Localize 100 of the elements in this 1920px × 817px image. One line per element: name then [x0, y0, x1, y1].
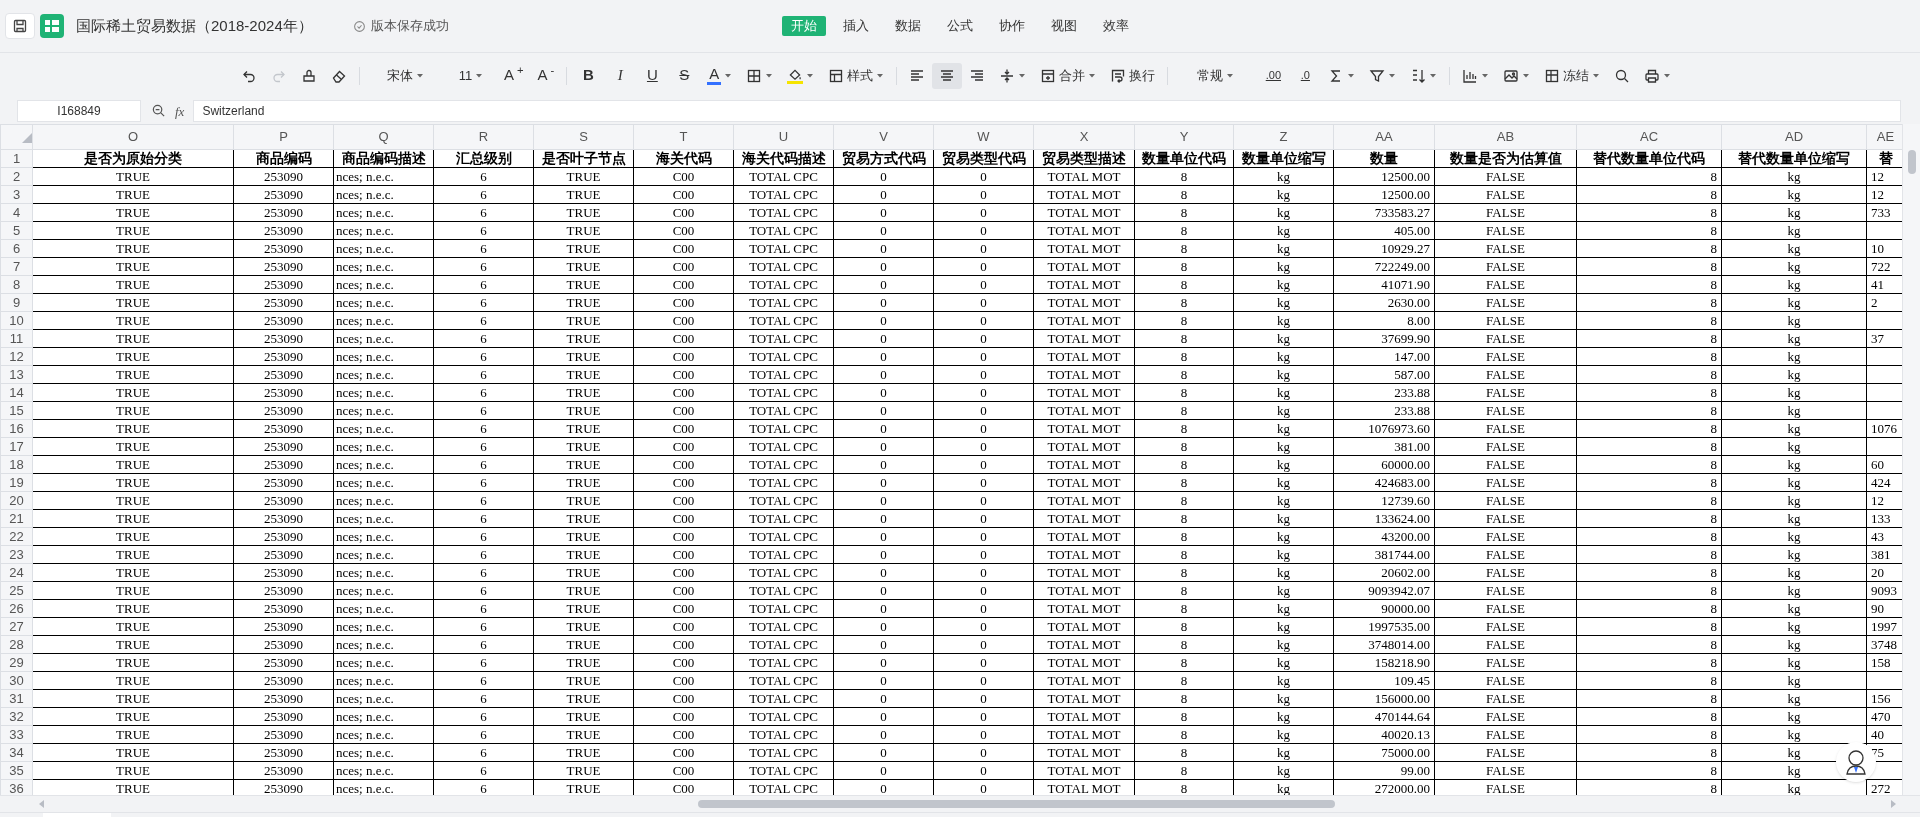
menu-tab[interactable]: 数据	[886, 16, 930, 36]
decimal-button[interactable]: .00	[1257, 62, 1290, 89]
text-style-button[interactable]: I	[604, 62, 637, 89]
table-cell: TOTAL CPC	[733, 419, 834, 438]
table-cell: kg	[1233, 743, 1334, 762]
column-header[interactable]: R	[433, 124, 534, 150]
table-cell: kg	[1721, 491, 1867, 510]
column-header[interactable]: AC	[1576, 124, 1722, 150]
text-style-button[interactable]: S	[668, 62, 701, 89]
menu-tab[interactable]: 公式	[938, 16, 982, 36]
scrollbar-thumb[interactable]	[1907, 150, 1916, 174]
column-header[interactable]: U	[733, 124, 834, 150]
menu-tab[interactable]: 插入	[834, 16, 878, 36]
column-header[interactable]: V	[833, 124, 934, 150]
table-style-icon	[828, 67, 845, 84]
table-cell: kg	[1721, 653, 1867, 672]
column-header[interactable]: AD	[1721, 124, 1867, 150]
table-cell: kg	[1721, 383, 1867, 402]
number-format-dropdown[interactable]: 常规	[1173, 62, 1258, 89]
font-size-step-button[interactable]: A$^{-}$	[530, 62, 562, 89]
table-cell: 0	[933, 311, 1034, 330]
table-cell: 8	[1134, 257, 1234, 276]
column-header[interactable]: Q	[333, 124, 434, 150]
table-cell: 8	[1134, 275, 1234, 294]
save-button[interactable]	[5, 13, 35, 39]
scrollbar-thumb[interactable]	[698, 800, 1335, 808]
freeze-button[interactable]: 冻结	[1537, 62, 1608, 89]
table-cell: 0	[933, 635, 1034, 654]
table-cell: TOTAL CPC	[733, 365, 834, 384]
font-dropdown[interactable]: 宋体	[365, 62, 445, 89]
table-cell: TOTAL CPC	[733, 311, 834, 330]
table-cell: TRUE	[533, 221, 634, 240]
column-header[interactable]: P	[233, 124, 334, 150]
menu-tab[interactable]: 协作	[990, 16, 1034, 36]
align-button[interactable]	[932, 62, 963, 89]
table-cell: TRUE	[533, 401, 634, 420]
column-header[interactable]: X	[1033, 124, 1135, 150]
table-cell: TOTAL MOT	[1033, 455, 1135, 474]
table-cell: TOTAL MOT	[1033, 527, 1135, 546]
table-cell: kg	[1233, 365, 1334, 384]
table-cell: 0	[933, 329, 1034, 348]
column-header[interactable]: AB	[1434, 124, 1577, 150]
column-header[interactable]: S	[533, 124, 634, 150]
table-cell: FALSE	[1434, 509, 1577, 528]
table-cell: kg	[1721, 599, 1867, 618]
column-header[interactable]: O	[32, 124, 234, 150]
table-cell: nces; n.e.c.	[333, 257, 434, 276]
table-cell: C00	[633, 491, 734, 510]
font-size-step-button[interactable]: A$^{+}$	[497, 62, 531, 89]
table-cell: 253090	[233, 203, 334, 222]
table-cell: 405.00	[1333, 221, 1435, 240]
merge-button[interactable]: 合并	[1033, 62, 1104, 89]
caret-icon	[806, 72, 815, 79]
table-cell: 0	[933, 761, 1034, 780]
column-header[interactable]: Z	[1233, 124, 1334, 150]
column-header[interactable]: AA	[1333, 124, 1435, 150]
wrap-text-button[interactable]: 换行	[1103, 62, 1163, 89]
table-cell: nces; n.e.c.	[333, 365, 434, 384]
table-cell: 8	[1576, 293, 1722, 312]
table-cell: 0	[933, 617, 1034, 636]
menu-tab[interactable]: 效率	[1094, 16, 1138, 36]
table-cell: 253090	[233, 437, 334, 456]
table-cell: TRUE	[533, 671, 634, 690]
check-circle-icon	[352, 19, 366, 33]
decimal-button[interactable]: .0	[1289, 62, 1322, 89]
text-style-button[interactable]: B	[572, 62, 605, 89]
menu-tab[interactable]: 视图	[1042, 16, 1086, 36]
table-cell: 8	[1134, 671, 1234, 690]
cell-reference-field[interactable]: I168849	[17, 100, 141, 122]
table-cell: 253090	[233, 491, 334, 510]
column-header[interactable]: Y	[1134, 124, 1234, 150]
table-cell: TRUE	[32, 239, 234, 258]
column-header[interactable]: W	[933, 124, 1034, 150]
font-size-dropdown[interactable]: 11	[445, 62, 497, 89]
table-cell: 0	[933, 689, 1034, 708]
table-cell: 147.00	[1333, 347, 1435, 366]
table-cell: kg	[1233, 671, 1334, 690]
table-cell: TOTAL MOT	[1033, 347, 1135, 366]
table-cell: FALSE	[1434, 167, 1577, 186]
table-cell: 0	[833, 581, 934, 600]
table-cell: nces; n.e.c.	[333, 527, 434, 546]
table-cell: 8	[1134, 617, 1234, 636]
table-cell: 0	[933, 239, 1034, 258]
table-cell: kg	[1233, 455, 1334, 474]
table-cell: kg	[1233, 491, 1334, 510]
table-cell: 8	[1576, 383, 1722, 402]
formula-field[interactable]: Switzerland	[193, 100, 1902, 122]
style-button[interactable]: 样式	[821, 62, 892, 89]
table-cell: kg	[1721, 707, 1867, 726]
table-cell: FALSE	[1434, 437, 1577, 456]
table-cell: 0	[833, 329, 934, 348]
column-header[interactable]: T	[633, 124, 734, 150]
table-cell: 0	[833, 707, 934, 726]
text-style-button[interactable]: U	[636, 62, 669, 89]
table-cell: FALSE	[1434, 653, 1577, 672]
table-cell: TRUE	[32, 455, 234, 474]
table-cell: 0	[933, 743, 1034, 762]
table-cell: FALSE	[1434, 383, 1577, 402]
font-color-button[interactable]: A	[700, 62, 740, 89]
table-cell: TRUE	[533, 509, 634, 528]
